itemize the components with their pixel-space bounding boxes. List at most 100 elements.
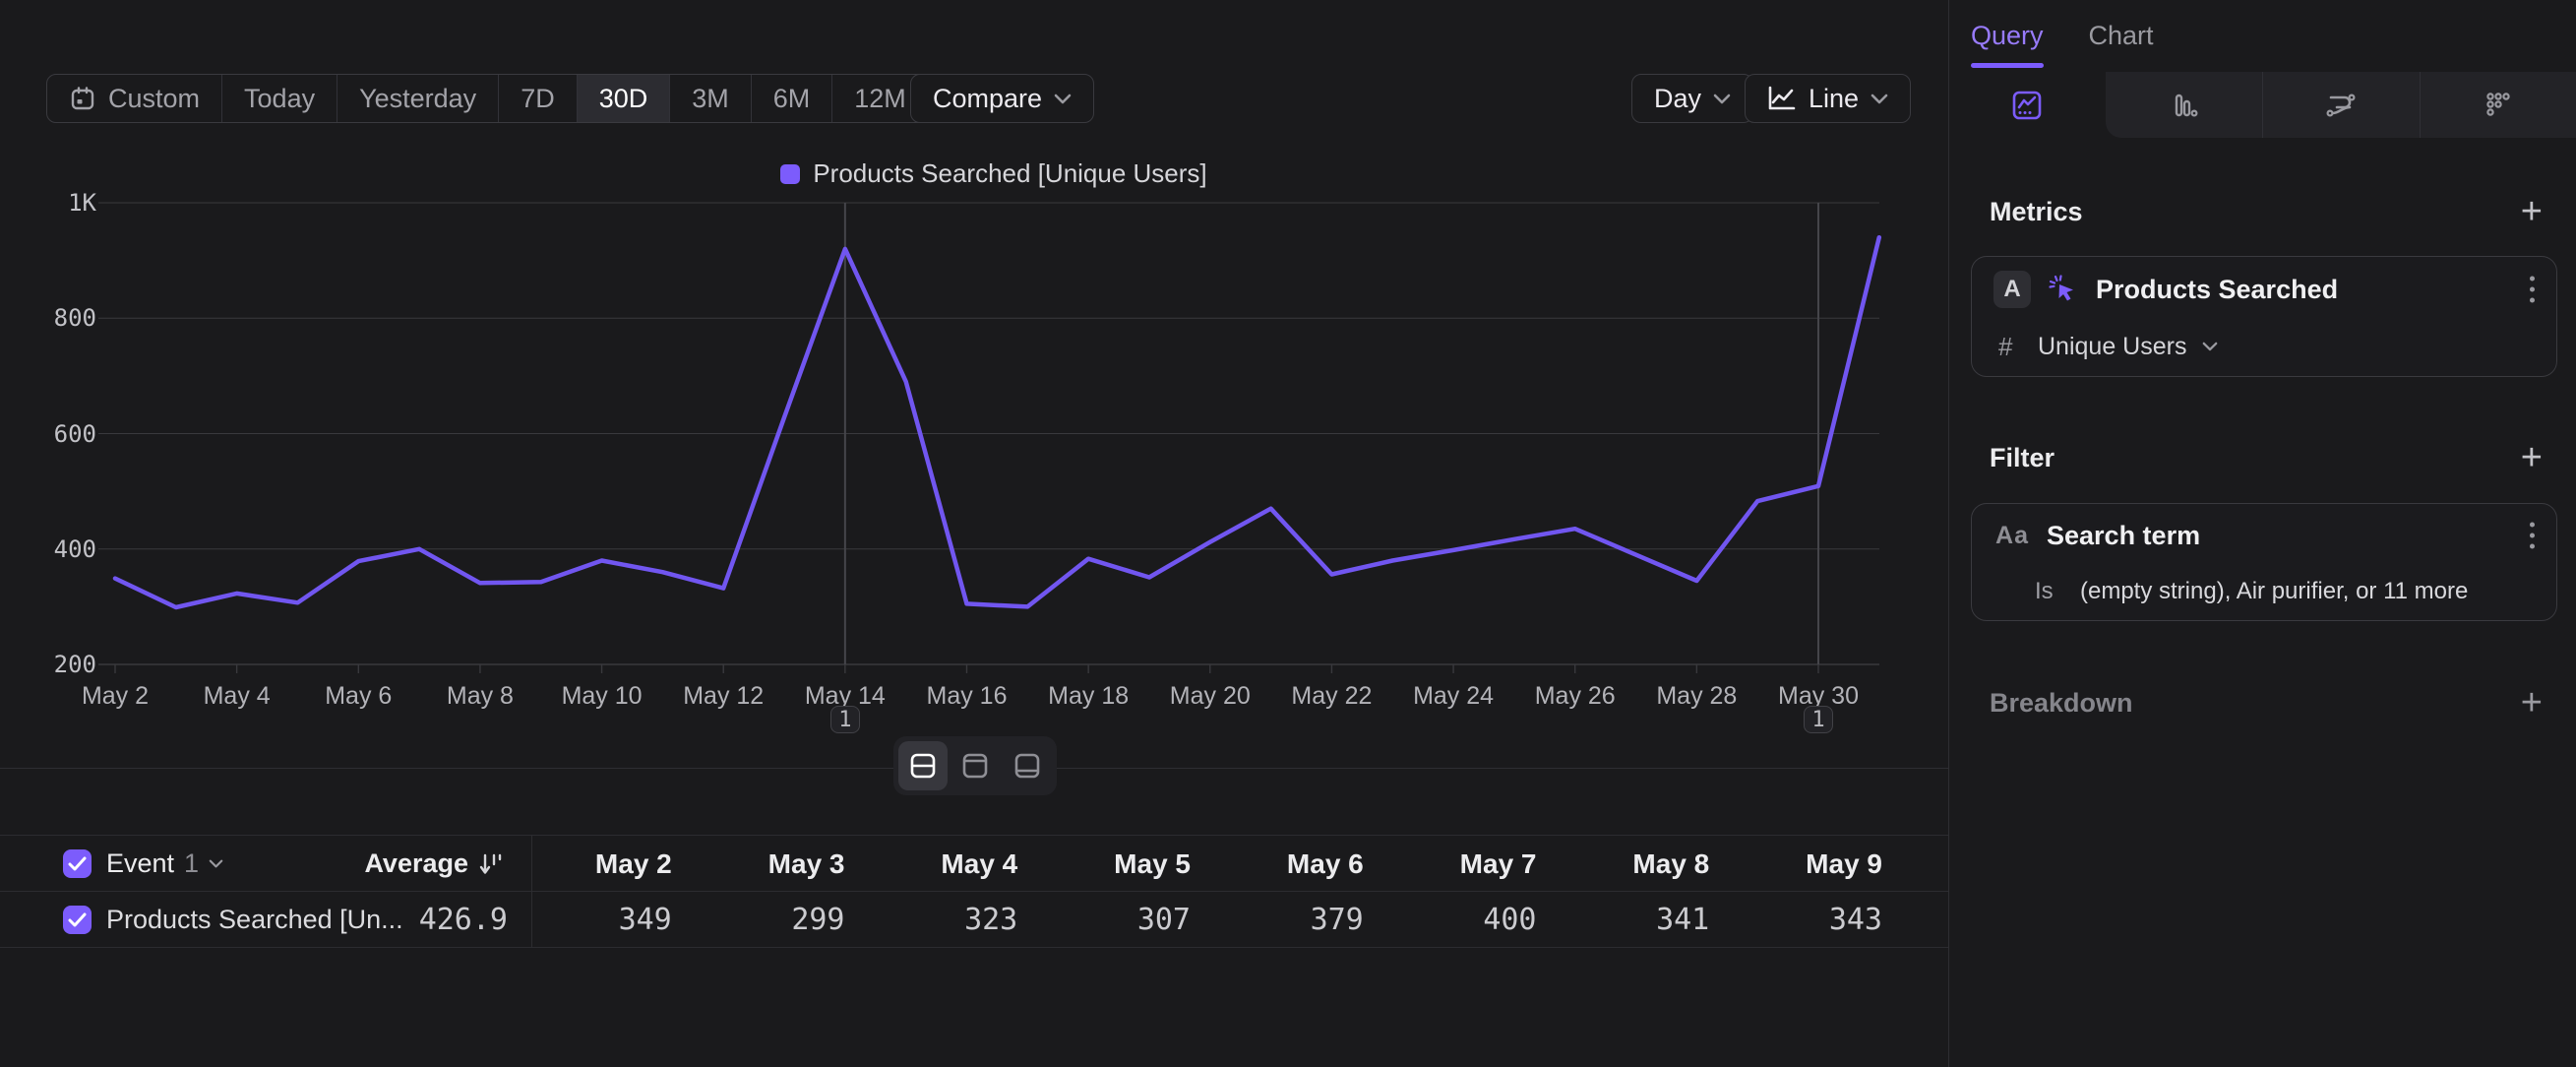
x-tick-label: May 22 xyxy=(1291,682,1372,711)
table-only-view-icon xyxy=(1013,752,1041,780)
metric-row: A Products Searched xyxy=(1972,257,2556,322)
event-count: 1 xyxy=(184,848,199,879)
series-average: 426.9 xyxy=(276,892,508,948)
y-tick-label: 400 xyxy=(20,535,96,563)
view-tab-bar-chart[interactable] xyxy=(2106,72,2263,138)
breakdown-heading: Breakdown xyxy=(1990,688,2133,719)
chevron-down-icon xyxy=(209,859,223,868)
x-tick-label: May 16 xyxy=(927,682,1008,711)
filter-property-name[interactable]: Search term xyxy=(2047,521,2200,551)
analytics-app: { "colors": { "accent": "#7c5cfc", "line… xyxy=(0,0,2576,1067)
retention-grid-icon xyxy=(2482,89,2515,122)
panel-tabs: Query Chart xyxy=(1949,0,2576,72)
date-column-header[interactable]: May 7 xyxy=(1364,836,1537,892)
value-cell: 307 xyxy=(1017,892,1191,948)
bar-chart-icon xyxy=(2167,89,2200,122)
table-row: Products Searched [Un... 426.9 349299323… xyxy=(0,891,1948,947)
view-tab-flows[interactable] xyxy=(2262,72,2420,138)
y-tick-label: 1K xyxy=(20,189,96,217)
event-label: Event xyxy=(106,848,174,879)
main-content: CustomTodayYesterday7D30D3M6M12MXTD Comp… xyxy=(0,0,1948,1067)
x-tick-label: May 10 xyxy=(562,682,643,711)
filter-heading: Filter xyxy=(1990,443,2055,473)
x-tick-label: May 20 xyxy=(1170,682,1251,711)
x-tick-label: May 2 xyxy=(82,682,149,711)
series-checkbox[interactable] xyxy=(63,906,92,934)
metric-letter-badge: A xyxy=(1993,271,2031,308)
metric-name[interactable]: Products Searched xyxy=(2096,275,2338,305)
filter-value[interactable]: (empty string), Air purifier, or 11 more xyxy=(2080,578,2468,605)
chart-only-view-button[interactable] xyxy=(951,741,1000,790)
annotation-badge[interactable]: 1 xyxy=(1804,706,1833,733)
chart-only-view-icon xyxy=(961,752,989,780)
view-tab-retention[interactable] xyxy=(2420,72,2576,138)
filter-menu-button[interactable] xyxy=(2530,523,2535,549)
add-filter-button[interactable]: + xyxy=(2521,439,2543,476)
split-view-icon xyxy=(909,752,937,780)
value-cell: 349 xyxy=(499,892,672,948)
insights-chart-icon xyxy=(2010,89,2044,122)
split-view-button[interactable] xyxy=(898,741,948,790)
event-column-header[interactable]: Event 1 xyxy=(106,836,223,892)
number-icon: # xyxy=(1998,332,2022,362)
date-column-header[interactable]: May 3 xyxy=(672,836,845,892)
query-panel: Query Chart xyxy=(1948,0,2576,1067)
line-chart[interactable] xyxy=(0,94,1948,773)
value-cell: 343 xyxy=(1709,892,1882,948)
x-tick-label: May 6 xyxy=(325,682,392,711)
tab-query-label: Query xyxy=(1971,21,2044,51)
view-tab-insights[interactable] xyxy=(1949,72,2106,138)
y-tick-label: 600 xyxy=(20,420,96,448)
layout-toggle xyxy=(893,736,1057,795)
tab-chart[interactable]: Chart xyxy=(2089,0,2154,72)
date-column-header[interactable]: May 5 xyxy=(1017,836,1191,892)
value-cell: 400 xyxy=(1364,892,1537,948)
table-column-divider xyxy=(531,835,532,948)
date-column-header[interactable]: May 9 xyxy=(1709,836,1882,892)
x-tick-label: May 8 xyxy=(447,682,514,711)
table-header-row: Event 1 Average May 2May 3May 4May 5May … xyxy=(0,835,1948,891)
add-breakdown-button[interactable]: + xyxy=(2521,684,2543,722)
flows-icon xyxy=(2323,89,2359,122)
filter-section-header: Filter + xyxy=(1949,439,2576,476)
value-cell: 299 xyxy=(672,892,845,948)
metrics-section-header: Metrics + xyxy=(1949,193,2576,230)
metric-menu-button[interactable] xyxy=(2530,277,2535,303)
filter-row: Aa Search term xyxy=(1972,504,2556,567)
event-cursor-icon xyxy=(2047,273,2080,306)
date-column-header[interactable]: May 6 xyxy=(1191,836,1364,892)
text-property-icon: Aa xyxy=(1993,522,2031,550)
x-tick-label: May 12 xyxy=(683,682,764,711)
date-column-header[interactable]: May 8 xyxy=(1537,836,1710,892)
view-type-tabs xyxy=(1949,72,2576,138)
x-tick-label: May 26 xyxy=(1535,682,1616,711)
value-cell: 379 xyxy=(1191,892,1364,948)
average-column-header[interactable]: Average xyxy=(276,836,504,892)
series-line[interactable] xyxy=(115,237,1879,607)
tab-chart-label: Chart xyxy=(2089,21,2154,51)
date-column-header[interactable]: May 4 xyxy=(845,836,1018,892)
results-table: Event 1 Average May 2May 3May 4May 5May … xyxy=(0,835,1948,947)
chevron-down-icon xyxy=(2202,342,2218,351)
filter-condition-row: Is (empty string), Air purifier, or 11 m… xyxy=(1972,567,2556,616)
chart-area: Products Searched [Unique Users] 1K80060… xyxy=(0,94,1948,773)
filter-card[interactable]: Aa Search term Is (empty string), Air pu… xyxy=(1971,503,2557,621)
x-tick-label: May 4 xyxy=(204,682,271,711)
metric-card[interactable]: A Products Searched # Unique Users xyxy=(1971,256,2557,377)
metric-aggregation-row: # Unique Users xyxy=(1972,322,2556,371)
x-tick-label: May 18 xyxy=(1048,682,1129,711)
metrics-heading: Metrics xyxy=(1990,197,2083,227)
filter-operator[interactable]: Is xyxy=(2035,578,2064,605)
annotation-badge[interactable]: 1 xyxy=(830,706,860,733)
value-cell: 341 xyxy=(1537,892,1710,948)
add-metric-button[interactable]: + xyxy=(2521,193,2543,230)
average-label: Average xyxy=(364,848,468,879)
x-tick-label: May 24 xyxy=(1413,682,1494,711)
select-all-checkbox[interactable] xyxy=(63,849,92,878)
tab-query[interactable]: Query xyxy=(1971,0,2044,72)
aggregation-selector[interactable]: Unique Users xyxy=(2038,333,2186,361)
breakdown-section-header: Breakdown + xyxy=(1949,684,2576,722)
date-column-header[interactable]: May 2 xyxy=(499,836,672,892)
table-only-view-button[interactable] xyxy=(1003,741,1052,790)
x-tick-label: May 28 xyxy=(1656,682,1737,711)
